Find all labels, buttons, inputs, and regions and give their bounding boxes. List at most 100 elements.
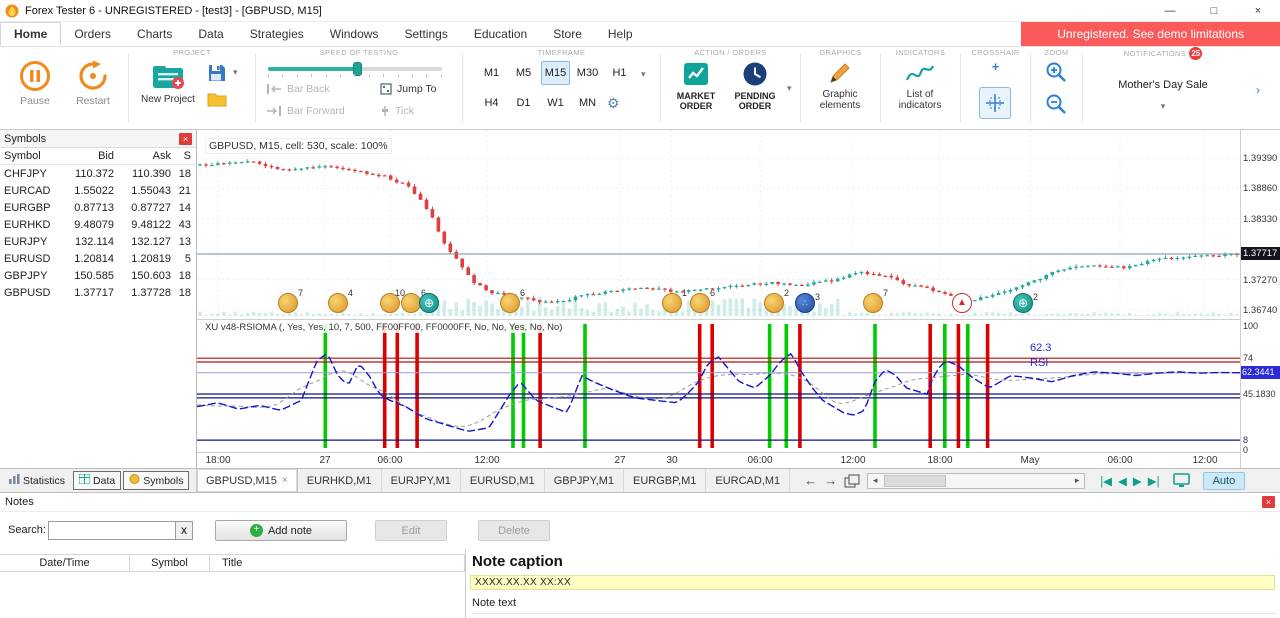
note-text[interactable]: Note text [472, 597, 1277, 614]
step-forward-button[interactable]: ▶ [1133, 474, 1142, 488]
step-last-button[interactable]: ▶| [1148, 474, 1160, 488]
symbol-row-eurcad[interactable]: EURCAD 1.55022 1.55043 21 [0, 182, 196, 199]
zoom-in-button[interactable] [1045, 61, 1067, 83]
menu-charts[interactable]: Charts [124, 22, 185, 46]
project-dropdown-chevron-icon[interactable]: ▾ [233, 67, 238, 78]
chart-tab-eurusd-m1[interactable]: EURUSD,M1 [461, 469, 545, 492]
chart-tab-gbpusd-m15[interactable]: GBPUSD,M15 × [197, 469, 298, 492]
chart-tab-eurgbp-m1[interactable]: EURGBP,M1 [624, 469, 707, 492]
new-project-button[interactable]: New Project [139, 61, 197, 105]
speed-slider[interactable] [268, 62, 442, 76]
timeframe-m1-button[interactable]: M1 [477, 61, 506, 85]
news-marker-gold-icon[interactable]: 2 [764, 288, 789, 313]
search-clear-button[interactable]: X [176, 521, 193, 540]
menu-help[interactable]: Help [595, 22, 646, 46]
menu-data[interactable]: Data [185, 22, 236, 46]
news-marker-gold-icon[interactable]: 7 [863, 288, 888, 313]
menu-strategies[interactable]: Strategies [237, 22, 317, 46]
tabs-scroll-right-icon[interactable]: → [824, 473, 837, 488]
maximize-button[interactable]: □ [1192, 0, 1236, 21]
panel-tab-symbols[interactable]: Symbols [123, 471, 190, 490]
timeframe-w1-button[interactable]: W1 [541, 91, 570, 115]
tabs-scroll-left-icon[interactable]: ← [804, 473, 817, 488]
news-marker-canada-icon[interactable]: ▲ [952, 293, 972, 313]
notifications-chevron-icon[interactable]: ▾ [1083, 101, 1243, 112]
symbol-row-gbpusd[interactable]: GBPUSD 1.37717 1.37728 18 [0, 284, 196, 301]
timeframe-dropdown-chevron-icon[interactable]: ▾ [641, 69, 646, 80]
panel-tab-statistics[interactable]: Statistics [3, 471, 71, 490]
save-project-button[interactable] [207, 63, 227, 83]
news-marker-teal-icon[interactable]: ⊕ [419, 293, 439, 313]
auto-scroll-button[interactable]: Auto [1202, 471, 1246, 490]
hscroll-thumb[interactable] [884, 474, 947, 487]
tick-button[interactable]: Tick [380, 105, 414, 117]
step-back-button[interactable]: ◀ [1118, 474, 1127, 488]
chart-tab-close-icon[interactable]: × [282, 475, 288, 486]
bar-back-button[interactable]: Bar Back [266, 83, 330, 95]
symbols-panel-close-icon[interactable]: × [179, 132, 192, 145]
unregistered-banner[interactable]: Unregistered. See demo limitations [1021, 22, 1280, 46]
news-marker-gold-icon[interactable]: 6 [401, 288, 426, 313]
note-datetime-field[interactable]: XXXX.XX.XX XX:XX [470, 575, 1275, 590]
chart-tab-eurjpy-m1[interactable]: EURJPY,M1 [382, 469, 461, 492]
timeframe-m30-button[interactable]: M30 [573, 61, 602, 85]
chart-area[interactable]: GBPUSD, M15, cell: 530, scale: 100% XU v… [197, 130, 1240, 468]
price-chart-canvas[interactable] [197, 130, 1240, 320]
orders-dropdown-chevron-icon[interactable]: ▾ [787, 83, 792, 94]
close-button[interactable]: × [1236, 0, 1280, 21]
menu-store[interactable]: Store [540, 22, 595, 46]
timeframe-settings-gear-icon[interactable]: ⚙ [607, 95, 620, 112]
timeframe-mn-button[interactable]: MN [573, 91, 602, 115]
news-marker-blue-icon[interactable]: ∴ 3 [795, 292, 820, 313]
news-marker-gold-icon[interactable]: 6 [500, 288, 525, 313]
edit-note-button[interactable]: Edit [375, 520, 447, 541]
news-marker-gold-icon[interactable]: 7 [278, 288, 303, 313]
indicator-chart-canvas[interactable] [197, 320, 1240, 452]
symbol-row-eurhkd[interactable]: EURHKD 9.48079 9.48122 43 [0, 216, 196, 233]
chart-tab-gbpjpy-m1[interactable]: GBPJPY,M1 [545, 469, 625, 492]
news-marker-gold-icon[interactable]: 10 [380, 288, 405, 313]
crosshair-button[interactable] [979, 87, 1011, 119]
timeframe-h1-button[interactable]: H1 [605, 61, 634, 85]
pending-order-button[interactable]: PENDING ORDER [727, 60, 783, 111]
menu-windows[interactable]: Windows [317, 22, 392, 46]
graphic-elements-button[interactable]: Graphic elements [812, 60, 868, 111]
symbol-row-gbpjpy[interactable]: GBPJPY 150.585 150.603 18 [0, 267, 196, 284]
pause-button[interactable]: Pause [10, 60, 60, 107]
list-of-indicators-button[interactable]: List of indicators [892, 60, 948, 111]
notification-item[interactable]: Mother's Day Sale [1083, 79, 1243, 91]
symbol-row-chfjpy[interactable]: CHFJPY 110.372 110.390 18 [0, 165, 196, 182]
timeframe-m15-button[interactable]: M15 [541, 61, 570, 85]
ribbon-expand-button[interactable]: › [1250, 77, 1266, 103]
bar-forward-button[interactable]: Bar Forward [266, 105, 345, 117]
open-project-button[interactable] [207, 91, 227, 107]
minimize-button[interactable]: — [1148, 0, 1192, 21]
search-input[interactable] [48, 521, 176, 540]
windows-layout-icon[interactable] [844, 473, 860, 488]
chart-tab-eurcad-m1[interactable]: EURCAD,M1 [706, 469, 791, 492]
add-note-button[interactable]: + Add note [215, 520, 347, 541]
symbol-row-eurgbp[interactable]: EURGBP 0.87713 0.87727 14 [0, 199, 196, 216]
timeframe-h4-button[interactable]: H4 [477, 91, 506, 115]
news-marker-teal-icon[interactable]: ⊕ 2 [1013, 292, 1038, 313]
zoom-out-button[interactable] [1045, 93, 1067, 115]
menu-education[interactable]: Education [461, 22, 540, 46]
hscroll-right-icon[interactable]: ▸ [1070, 475, 1084, 486]
menu-orders[interactable]: Orders [61, 22, 124, 46]
timeframe-d1-button[interactable]: D1 [509, 91, 538, 115]
notes-close-icon[interactable]: × [1262, 496, 1275, 508]
market-order-button[interactable]: MARKET ORDER [669, 60, 723, 111]
panel-tab-data[interactable]: Data [73, 471, 122, 490]
step-first-button[interactable]: |◀ [1100, 474, 1112, 488]
news-marker-gold-icon[interactable]: 1 [662, 288, 687, 313]
timeframe-m5-button[interactable]: M5 [509, 61, 538, 85]
price-axis[interactable]: 1.39390 1.38860 1.38330 1.37270 1.36740 1.377… [1240, 130, 1280, 468]
restart-button[interactable]: Restart [66, 60, 120, 107]
news-marker-gold-icon[interactable]: 4 [328, 288, 353, 313]
news-marker-gold-icon[interactable]: 6 [690, 288, 715, 313]
menu-home[interactable]: Home [0, 22, 62, 46]
chart-tab-eurhkd-m1[interactable]: EURHKD,M1 [298, 469, 382, 492]
symbol-row-eurusd[interactable]: EURUSD 1.20814 1.20819 5 [0, 250, 196, 267]
symbol-row-eurjpy[interactable]: EURJPY 132.114 132.127 13 [0, 233, 196, 250]
monitor-icon[interactable] [1172, 473, 1190, 488]
